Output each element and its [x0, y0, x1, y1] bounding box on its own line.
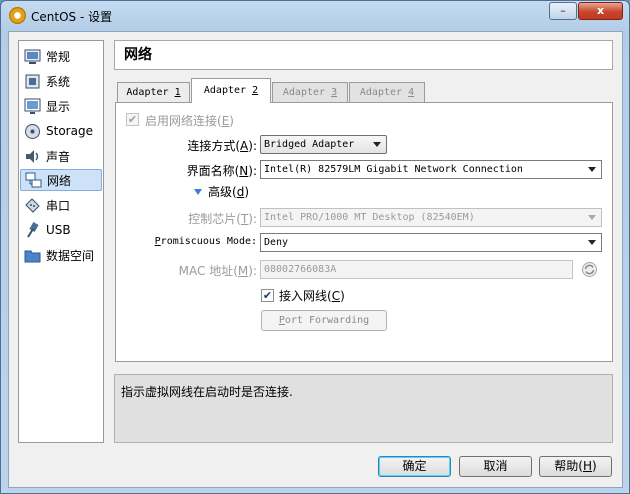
network-icon [25, 172, 42, 187]
sidebar-item-label: Storage [46, 124, 93, 138]
tab-adapter-3[interactable]: Adapter 3 [272, 82, 348, 102]
advanced-label: 高级(d) [208, 185, 249, 199]
ok-button[interactable]: 确定 [378, 456, 451, 477]
serial-port-icon [25, 197, 40, 213]
cancel-button[interactable]: 取消 [459, 456, 532, 477]
settings-window: CentOS - 设置 – x 常规 系统 显示 Storage 声音 网络 串… [0, 0, 630, 494]
sidebar-item-label: 串口 [46, 198, 71, 213]
tab-adapter-1[interactable]: Adapter 1 [117, 82, 190, 102]
tab-label: Adapter [203, 85, 253, 96]
sidebar-item-audio[interactable]: 声音 [20, 145, 102, 167]
promiscuous-mode-select[interactable]: Deny [260, 233, 602, 252]
sidebar-item-general[interactable]: 常规 [20, 45, 102, 67]
help-button[interactable]: 帮助(H) [539, 456, 612, 477]
adapter-type-select[interactable]: Intel PRO/1000 MT Desktop (82540EM) [260, 208, 602, 227]
enable-network-label: 启用网络连接(E) [145, 114, 234, 128]
window-title: CentOS - 设置 [31, 10, 113, 24]
expand-triangle-icon [194, 188, 202, 195]
adapter-name-select[interactable]: Intel(R) 82579LM Gigabit Network Connect… [260, 160, 602, 179]
cable-connected-checkbox[interactable]: ✔ [261, 289, 274, 302]
promiscuous-mode-label: Promiscuous Mode: [154, 236, 257, 247]
tab-label: Adapter [126, 87, 175, 98]
tab-label: Adapter [359, 87, 409, 98]
sidebar-item-storage[interactable]: Storage [20, 120, 102, 142]
settings-sidebar: 常规 系统 显示 Storage 声音 网络 串口 USB 数据空间 [18, 40, 104, 443]
sidebar-item-label: 系统 [46, 74, 71, 89]
minimize-button[interactable]: – [549, 2, 577, 20]
description-box: 指示虚拟网线在启动时是否连接. [114, 374, 613, 443]
adapter-settings-panel: ✔ 启用网络连接(E) 连接方式(A): Bridged Adapter 界面名… [115, 102, 613, 362]
sidebar-item-label: 网络 [47, 173, 72, 188]
dialog-client-area: 常规 系统 显示 Storage 声音 网络 串口 USB 数据空间 网络 Ad… [8, 31, 623, 488]
display-monitor-icon [24, 98, 41, 114]
usb-icon [27, 221, 39, 238]
close-button[interactable]: x [578, 2, 623, 20]
sidebar-item-system[interactable]: 系统 [20, 70, 102, 92]
adapter-name-label: 界面名称(N): [186, 164, 257, 178]
attached-to-label: 连接方式(A): [187, 139, 257, 153]
tab-mnemonic: 1 [174, 87, 181, 98]
tab-mnemonic: 3 [331, 87, 338, 98]
system-chip-icon [25, 74, 40, 88]
tab-adapter-4[interactable]: Adapter 4 [349, 82, 425, 102]
tab-mnemonic: 2 [252, 85, 259, 96]
general-icon [24, 49, 41, 64]
sidebar-item-usb[interactable]: USB [20, 219, 102, 241]
chevron-down-icon [588, 167, 596, 172]
adapter-name-value: Intel(R) 82579LM Gigabit Network Connect… [264, 164, 523, 175]
tab-mnemonic: 4 [408, 87, 415, 98]
title-bar[interactable]: CentOS - 设置 – x [1, 1, 629, 31]
storage-disk-icon [25, 123, 40, 139]
speaker-icon [26, 149, 39, 163]
advanced-toggle[interactable]: 高级(d) [193, 183, 249, 200]
sidebar-item-label: USB [46, 223, 71, 237]
attached-to-select[interactable]: Bridged Adapter [260, 135, 387, 154]
cable-connected-label: 接入网线(C) [279, 289, 345, 303]
chevron-down-icon [588, 215, 596, 220]
refresh-mac-icon[interactable] [581, 261, 598, 278]
sidebar-item-serial[interactable]: 串口 [20, 194, 102, 216]
sidebar-item-label: 常规 [46, 49, 71, 64]
tab-adapter-2[interactable]: Adapter 2 [191, 78, 271, 103]
chevron-down-icon [588, 240, 596, 245]
attached-to-value: Bridged Adapter [264, 139, 355, 150]
adapter-type-label: 控制芯片(T): [188, 212, 257, 226]
sidebar-item-label: 数据空间 [46, 248, 95, 263]
mac-address-label: MAC 地址(M): [178, 264, 257, 278]
promiscuous-mode-value: Deny [264, 237, 289, 248]
chevron-down-icon [373, 142, 381, 147]
virtualbox-app-icon [9, 7, 26, 24]
sidebar-item-label: 显示 [46, 99, 71, 114]
tab-label: Adapter [282, 87, 332, 98]
adapter-type-value: Intel PRO/1000 MT Desktop (82540EM) [264, 212, 475, 223]
sidebar-item-display[interactable]: 显示 [20, 95, 102, 117]
mac-address-field[interactable]: 08002766083A [260, 260, 573, 279]
enable-network-checkbox[interactable]: ✔ [126, 113, 139, 126]
sidebar-item-network[interactable]: 网络 [20, 169, 102, 191]
sidebar-item-label: 声音 [46, 149, 71, 164]
shared-folder-icon [24, 250, 41, 262]
sidebar-item-shared-folders[interactable]: 数据空间 [20, 244, 102, 266]
port-forwarding-button[interactable]: Port Forwarding [261, 310, 387, 331]
page-title: 网络 [114, 40, 613, 70]
